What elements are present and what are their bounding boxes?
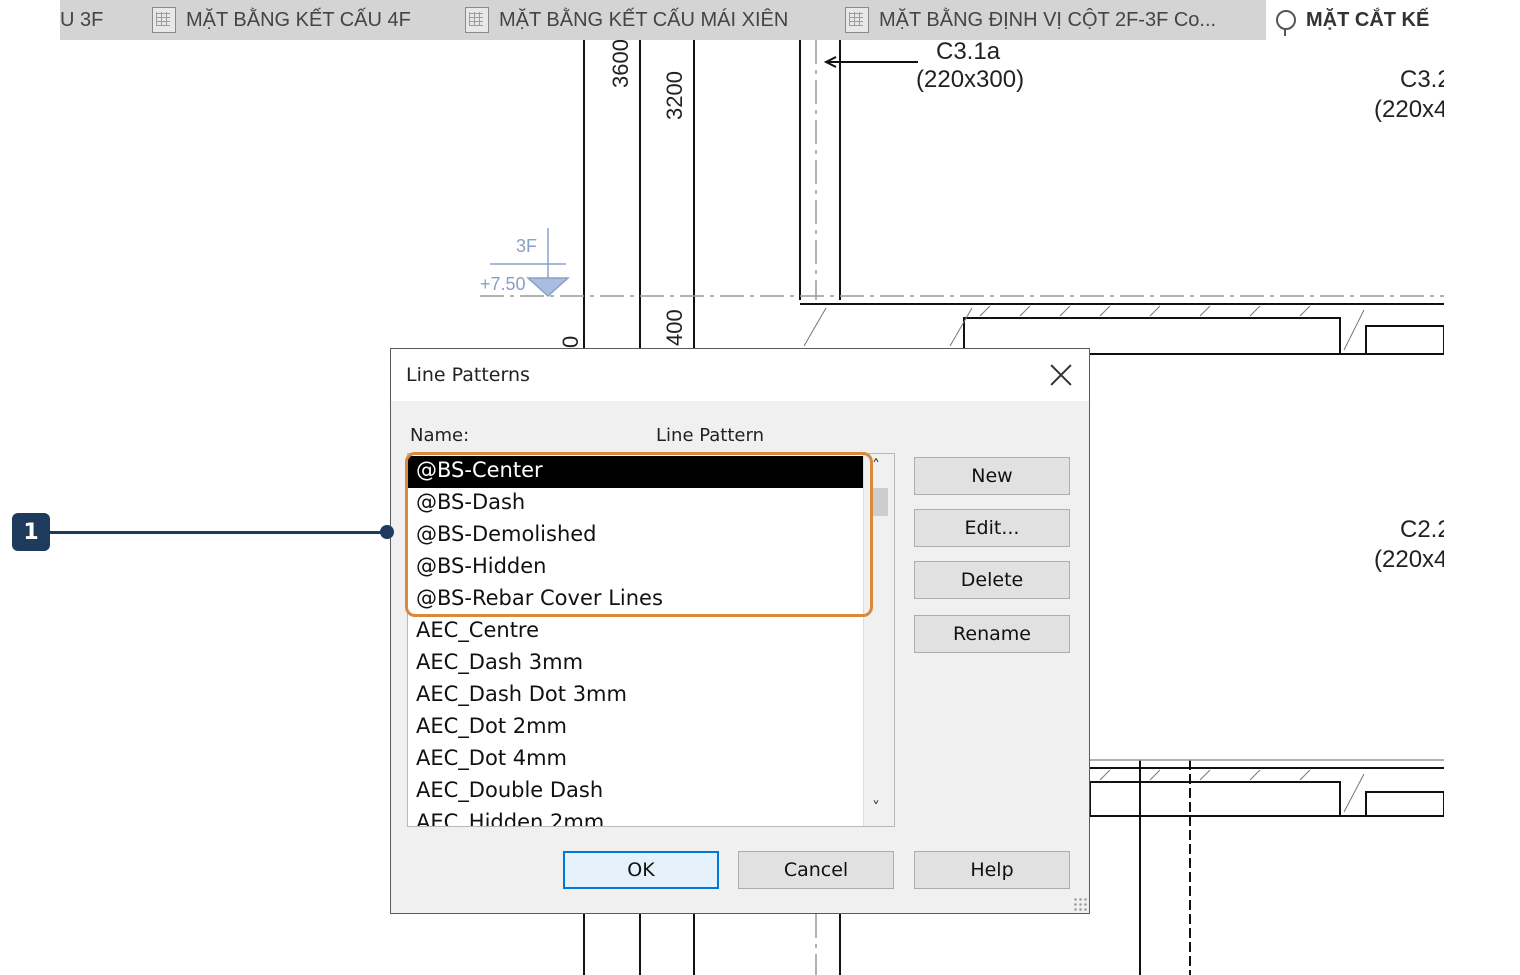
highlight-box — [405, 452, 873, 617]
sheet-view-icon — [152, 7, 176, 33]
column-size-c31a: (220x300) — [916, 66, 1025, 93]
list-item[interactable]: AEC_Centre — [408, 616, 864, 648]
dialog-title-bar[interactable]: Line Patterns — [391, 349, 1089, 401]
level-name: 3F — [516, 236, 538, 256]
dimension-400: 400 — [662, 309, 687, 346]
tab-label: MẶT BẰNG KẾT CẤU MÁI XIÊN — [499, 8, 789, 31]
list-item[interactable]: AEC_Dash Dot 3mm — [408, 680, 864, 712]
list-item[interactable]: AEC_Dot 4mm — [408, 744, 864, 776]
column-tag-c22: C2.2 — [1400, 516, 1444, 543]
callout-leader-line — [50, 531, 386, 534]
line-pattern-name: AEC_Double Dash — [416, 778, 604, 802]
list-item[interactable]: AEC_Hidden 2mm — [408, 808, 864, 827]
tab-structural-plan-4f[interactable]: MẶT BẰNG KẾT CẤU 4F — [152, 0, 411, 40]
callout-badge: 1 — [12, 513, 50, 551]
scroll-up-icon[interactable]: ˄ — [872, 458, 884, 474]
tab-3f[interactable]: U 3F — [60, 0, 103, 40]
column-tag-c32: C3.2 — [1400, 66, 1444, 93]
column-size-c22: (220x4 — [1374, 546, 1444, 573]
line-pattern-name: AEC_Dot 4mm — [416, 746, 567, 770]
tab-label: MẶT BẰNG KẾT CẤU 4F — [186, 8, 411, 31]
list-item[interactable]: AEC_Double Dash — [408, 776, 864, 808]
rename-button[interactable]: Rename — [914, 615, 1070, 653]
sheet-view-icon — [845, 7, 869, 33]
line-pattern-name: AEC_Centre — [416, 618, 540, 642]
level-elevation: +7.50 — [480, 274, 526, 294]
line-pattern-name: AEC_Hidden 2mm — [416, 810, 605, 827]
dialog-title: Line Patterns — [406, 364, 530, 386]
close-icon[interactable] — [1047, 361, 1075, 389]
scroll-down-icon[interactable]: ˅ — [872, 800, 884, 816]
line-pattern-name: AEC_Dash 3mm — [416, 650, 584, 674]
tab-sloped-roof-plan[interactable]: MẶT BẰNG KẾT CẤU MÁI XIÊN — [465, 0, 788, 40]
dimension-3200: 3200 — [662, 71, 687, 120]
name-column-header: Name: — [410, 425, 470, 446]
tab-column-layout-plan[interactable]: MẶT BẰNG ĐỊNH VỊ CỘT 2F-3F Co... — [845, 0, 1216, 40]
section-view-icon — [1276, 10, 1296, 36]
ok-button[interactable]: OK — [563, 851, 719, 889]
help-button[interactable]: Help — [914, 851, 1070, 889]
line-pattern-name: AEC_Dash Dot 3mm — [416, 682, 627, 706]
new-button[interactable]: New — [914, 457, 1070, 495]
column-tag-c31a: C3.1a — [936, 38, 1001, 65]
delete-button[interactable]: Delete — [914, 561, 1070, 599]
callout-dot — [380, 525, 394, 539]
column-size-c32: (220x4 — [1374, 96, 1444, 123]
pattern-column-header: Line Pattern — [656, 425, 764, 446]
view-tab-bar: U 3F MẶT BẰNG KẾT CẤU 4F MẶT BẰNG KẾT CẤ… — [60, 0, 1444, 40]
cancel-button[interactable]: Cancel — [738, 851, 894, 889]
tab-label: U 3F — [60, 8, 104, 31]
line-patterns-dialog: Line Patterns Name: Line Pattern @BS-Cen… — [390, 348, 1090, 914]
tab-section-view[interactable]: MẶT CẮT KẾ — [1266, 0, 1444, 40]
edit-button[interactable]: Edit... — [914, 509, 1070, 547]
list-item[interactable]: AEC_Dash 3mm — [408, 648, 864, 680]
tab-label: MẶT BẰNG ĐỊNH VỊ CỘT 2F-3F Co... — [879, 8, 1217, 31]
line-pattern-name: AEC_Dot 2mm — [416, 714, 567, 738]
sheet-view-icon — [465, 7, 489, 33]
dimension-0: 0 — [558, 335, 583, 348]
list-item[interactable]: AEC_Dot 2mm — [408, 712, 864, 744]
dimension-3600: 3600 — [608, 39, 633, 88]
resize-grip-icon[interactable] — [1073, 897, 1087, 911]
tab-label: MẶT CẮT KẾ — [1306, 8, 1430, 31]
